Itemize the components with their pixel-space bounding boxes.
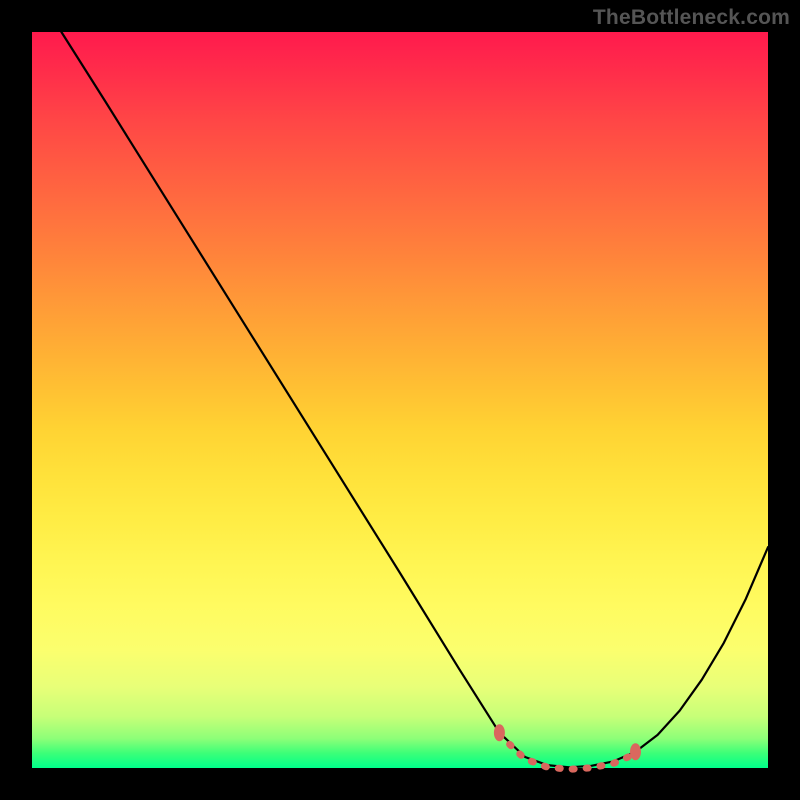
chart-frame: TheBottleneck.com xyxy=(0,0,800,800)
bottleneck-curve xyxy=(61,32,768,767)
marker-1 xyxy=(630,743,641,760)
optimal-range-dotted xyxy=(499,735,635,770)
watermark-text: TheBottleneck.com xyxy=(593,6,790,30)
plot-area xyxy=(32,32,768,768)
curve-svg xyxy=(32,32,768,768)
marker-0 xyxy=(494,724,505,741)
markers xyxy=(494,724,641,760)
